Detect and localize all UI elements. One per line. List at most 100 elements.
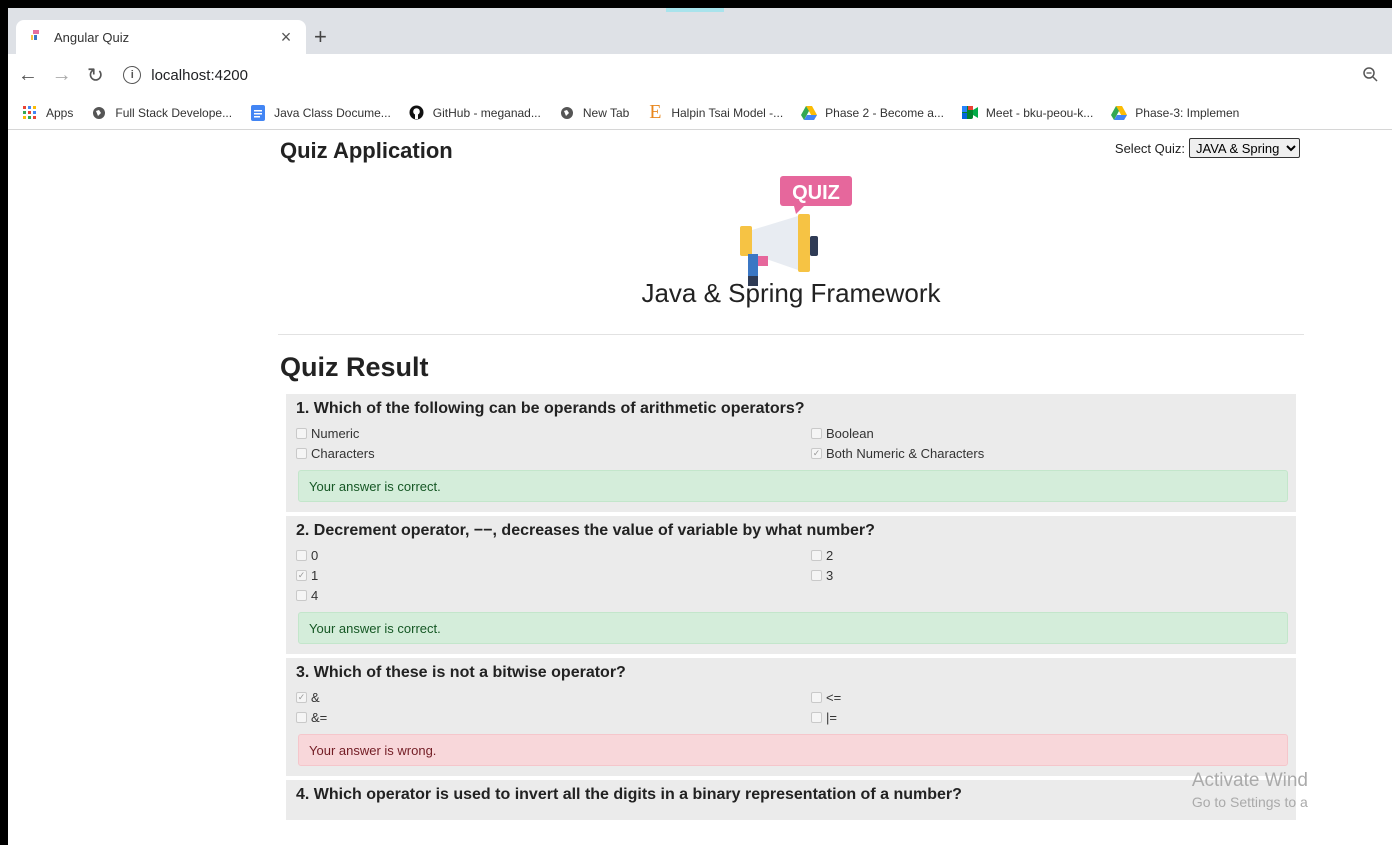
bookmark-apps[interactable]: Apps bbox=[22, 105, 73, 121]
bookmark-phase-3[interactable]: Phase-3: Implemen bbox=[1111, 105, 1239, 121]
question-card: 4. Which operator is used to invert all … bbox=[286, 780, 1296, 820]
checkbox bbox=[296, 447, 307, 459]
url-text[interactable]: localhost:4200 bbox=[151, 67, 248, 84]
bookmark-label: Java Class Docume... bbox=[274, 105, 391, 120]
option-label: <= bbox=[826, 689, 842, 705]
bookmarks-bar: Apps Full Stack Develope... Java Class D… bbox=[8, 96, 1392, 130]
checkbox-checked: ✓ bbox=[296, 691, 307, 703]
option-label: 2 bbox=[826, 547, 834, 563]
tab-title: Angular Quiz bbox=[54, 29, 130, 45]
globe-icon bbox=[91, 105, 107, 121]
option-label: & bbox=[311, 689, 320, 705]
browser-tab[interactable]: Angular Quiz × bbox=[16, 20, 306, 54]
result-heading: Quiz Result bbox=[280, 352, 429, 382]
checkbox-checked: ✓ bbox=[296, 569, 307, 581]
result-alert-correct: Your answer is correct. bbox=[298, 612, 1288, 644]
checkbox bbox=[811, 691, 822, 703]
option: &= bbox=[296, 708, 811, 726]
back-arrow-icon[interactable]: ← bbox=[14, 64, 42, 87]
bookmark-github[interactable]: GitHub - meganad... bbox=[409, 105, 541, 121]
option-label: &= bbox=[311, 709, 328, 725]
option: |= bbox=[811, 708, 1291, 726]
checkbox bbox=[811, 711, 822, 723]
angular-favicon-icon bbox=[26, 28, 44, 46]
option-label: |= bbox=[826, 709, 837, 725]
question-text: 3. Which of these is not a bitwise opera… bbox=[296, 664, 626, 681]
browser-chrome: Angular Quiz × + ← → ↻ i localhost:4200 … bbox=[8, 8, 1392, 130]
watermark-line-1: Activate Wind bbox=[1191, 770, 1308, 791]
option-label: Boolean bbox=[826, 425, 874, 441]
windows-activation-watermark: Activate Wind Go to Settings to a bbox=[1192, 770, 1308, 810]
checkbox bbox=[811, 569, 822, 581]
checkbox bbox=[296, 589, 307, 601]
checkbox bbox=[811, 427, 822, 439]
quiz-selector: Select Quiz: JAVA & Spring bbox=[1115, 138, 1300, 158]
drive-icon bbox=[801, 105, 818, 121]
app-title: Quiz Application bbox=[280, 138, 453, 163]
zoom-icon[interactable] bbox=[1362, 66, 1378, 87]
option: 0 bbox=[296, 546, 811, 564]
tab-close-icon[interactable]: × bbox=[276, 27, 296, 48]
bookmark-label: Full Stack Develope... bbox=[115, 105, 233, 120]
option: 4 bbox=[296, 586, 811, 604]
question-card: 3. Which of these is not a bitwise opera… bbox=[286, 658, 1296, 776]
option-label: Characters bbox=[311, 445, 375, 461]
result-alert-wrong: Your answer is wrong. bbox=[298, 734, 1288, 766]
logo-text: QUIZ bbox=[792, 182, 840, 204]
globe-icon bbox=[559, 105, 575, 121]
option: ✓ & bbox=[296, 688, 811, 706]
option-label: 4 bbox=[311, 587, 319, 603]
apps-grid-icon bbox=[22, 105, 38, 121]
option-grid: 0 2 ✓ 1 3 4 bbox=[296, 546, 1284, 604]
tab-strip: Angular Quiz × + bbox=[8, 8, 1392, 54]
question-list: 1. Which of the following can be operand… bbox=[286, 394, 1296, 824]
option: ✓ Both Numeric & Characters bbox=[811, 444, 1291, 462]
page-viewport: Quiz Application Select Quiz: JAVA & Spr… bbox=[8, 130, 1392, 845]
option-label: 3 bbox=[826, 567, 834, 583]
option: Boolean bbox=[811, 424, 1291, 442]
header-divider bbox=[278, 334, 1304, 335]
bookmark-phase-2[interactable]: Phase 2 - Become a... bbox=[801, 105, 944, 121]
checkbox bbox=[296, 427, 307, 439]
question-card: 2. Decrement operator, −−, decreases the… bbox=[286, 516, 1296, 654]
bookmark-label: Halpin Tsai Model -... bbox=[671, 105, 784, 120]
bookmark-halpin-tsai[interactable]: E Halpin Tsai Model -... bbox=[647, 101, 784, 123]
question-text: 2. Decrement operator, −−, decreases the… bbox=[296, 522, 875, 539]
quiz-megaphone-logo: QUIZ bbox=[740, 176, 852, 286]
bookmark-full-stack[interactable]: Full Stack Develope... bbox=[91, 105, 232, 121]
site-info-icon[interactable]: i bbox=[123, 66, 142, 84]
checkbox-checked: ✓ bbox=[811, 447, 822, 459]
watermark-line-2: Go to Settings to a bbox=[1191, 794, 1308, 810]
github-icon bbox=[409, 105, 425, 121]
result-alert-correct: Your answer is correct. bbox=[298, 470, 1288, 502]
option: 2 bbox=[811, 546, 1291, 564]
drive-icon bbox=[1111, 105, 1128, 121]
select-quiz-label: Select Quiz: bbox=[1114, 140, 1185, 156]
bookmark-label: GitHub - meganad... bbox=[432, 105, 541, 120]
new-tab-button[interactable]: + bbox=[314, 24, 327, 50]
question-card: 1. Which of the following can be operand… bbox=[286, 394, 1296, 512]
quiz-select-dropdown[interactable]: JAVA & Spring bbox=[1189, 138, 1300, 158]
bookmark-java-docs[interactable]: Java Class Docume... bbox=[250, 104, 391, 121]
bookmark-label: Phase-3: Implemen bbox=[1135, 105, 1240, 120]
option: <= bbox=[811, 688, 1291, 706]
option: 3 bbox=[811, 566, 1291, 584]
option-label: 1 bbox=[311, 567, 319, 583]
bookmark-label: New Tab bbox=[582, 105, 630, 120]
forward-arrow-icon[interactable]: → bbox=[48, 64, 76, 87]
bookmark-label: Meet - bku-peou-k... bbox=[985, 105, 1094, 120]
bookmark-label: Phase 2 - Become a... bbox=[825, 105, 944, 120]
address-bar: ← → ↻ i localhost:4200 bbox=[8, 54, 1392, 96]
docs-icon bbox=[250, 104, 266, 121]
url-omnibox[interactable]: i localhost:4200 bbox=[123, 60, 1392, 90]
e-logo-icon: E bbox=[649, 101, 662, 123]
checkbox bbox=[296, 549, 307, 561]
bookmark-meet[interactable]: Meet - bku-peou-k... bbox=[961, 105, 1094, 121]
option: ✓ 1 bbox=[296, 566, 811, 584]
tab-strip-accent bbox=[666, 8, 724, 12]
checkbox bbox=[296, 711, 307, 723]
bookmark-new-tab[interactable]: New Tab bbox=[559, 105, 629, 121]
option-grid: ✓ & <= &= |= bbox=[296, 688, 1284, 726]
bookmark-label: Apps bbox=[46, 105, 74, 120]
reload-icon[interactable]: ↻ bbox=[82, 63, 110, 88]
